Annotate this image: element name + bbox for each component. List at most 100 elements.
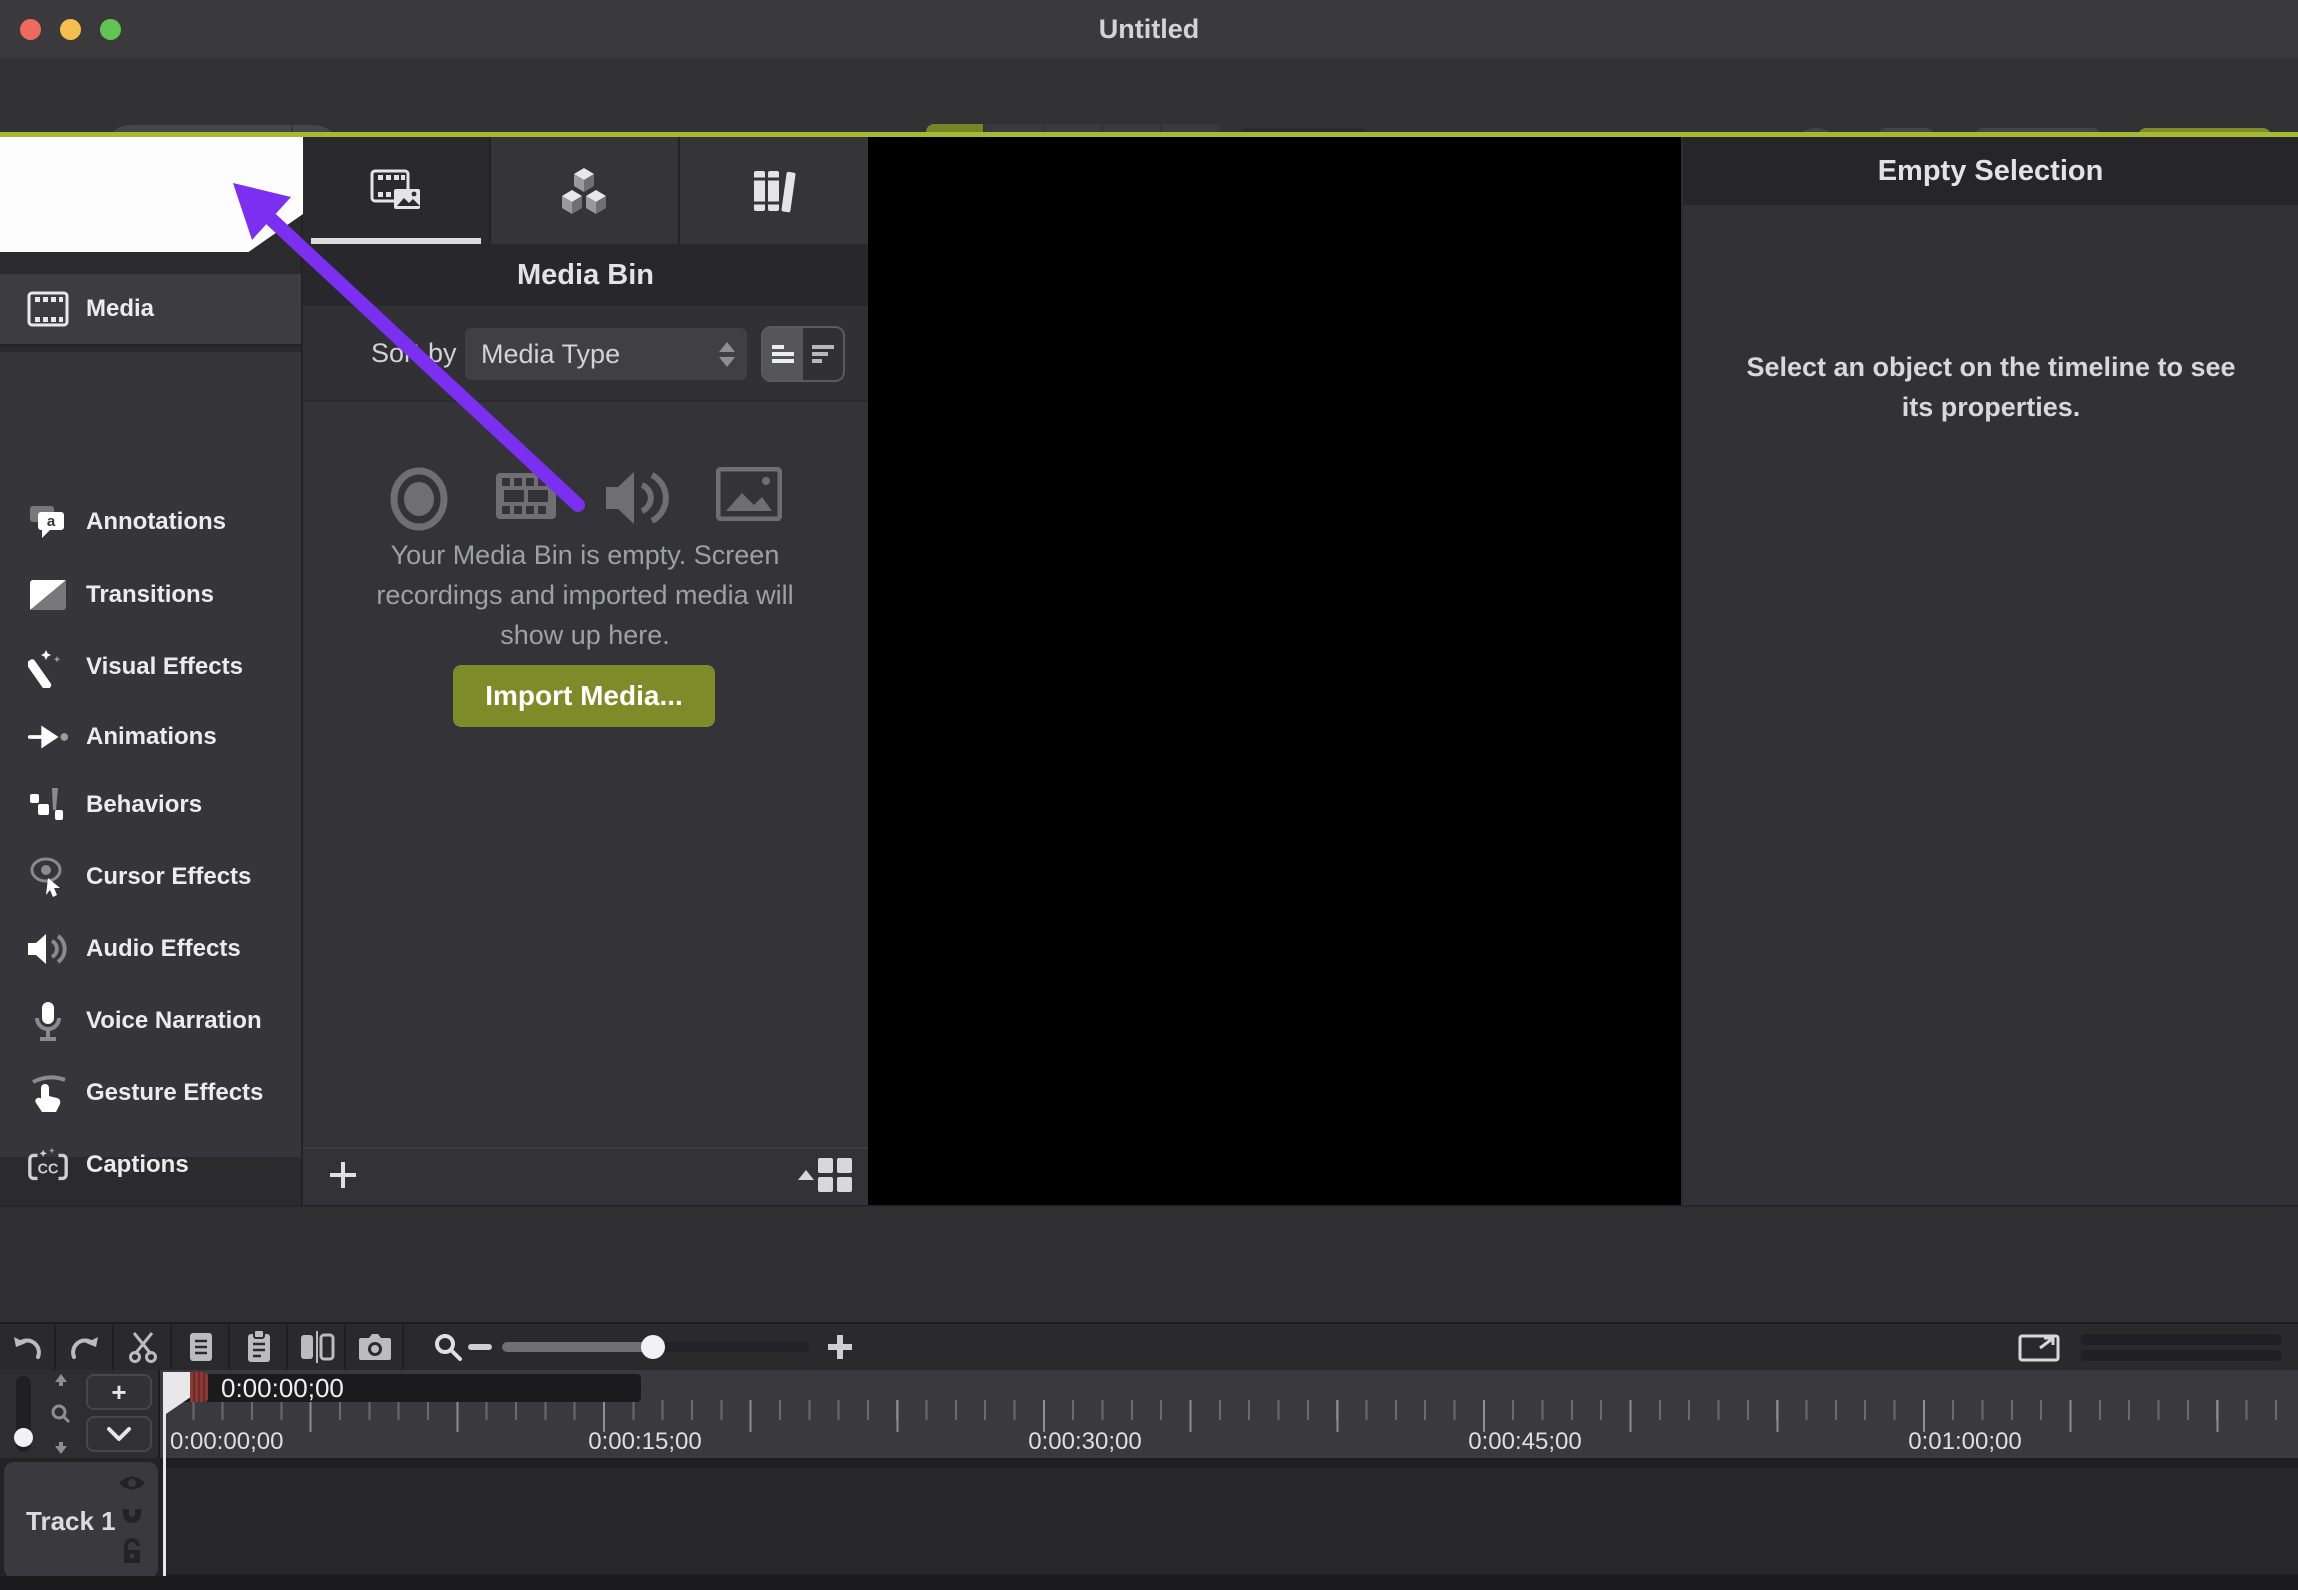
minus-icon — [468, 1344, 492, 1350]
paste-button[interactable] — [232, 1324, 288, 1370]
open-in-window-icon — [2018, 1332, 2060, 1364]
playhead-grip[interactable] — [190, 1372, 208, 1402]
empty-state-icons — [303, 467, 868, 531]
detach-timeline-button[interactable] — [2018, 1332, 2060, 1362]
svg-text:CC: CC — [38, 1162, 59, 1178]
playhead-time-chip: 0:00:00;00 — [163, 1374, 641, 1402]
sidebar-item-transitions[interactable]: Transitions — [0, 559, 301, 631]
cursor-effects-icon — [26, 855, 70, 899]
sidebar-item-captions[interactable]: CC Captions — [0, 1129, 301, 1201]
timeline: 0:00:00;00 0:00:15;00 0:00:30;00 0:00:45… — [0, 1370, 2298, 1590]
magnet-icon[interactable] — [119, 1502, 145, 1528]
ruler-label: 0:00:00;00 — [170, 1428, 283, 1456]
behaviors-blocks-icon — [26, 783, 70, 827]
window-title: Untitled — [0, 0, 2298, 58]
copy-button[interactable] — [174, 1324, 230, 1370]
empty-state-message: Your Media Bin is empty. Screen recordin… — [365, 535, 805, 655]
redo-button[interactable] — [58, 1324, 114, 1370]
chevron-down-icon — [107, 1427, 131, 1441]
magnifier-small-icon — [51, 1404, 71, 1424]
undo-icon — [10, 1331, 44, 1363]
annotation-bubble-icon: a — [26, 500, 70, 544]
sidebar-item-visual-effects[interactable]: Visual Effects — [0, 631, 301, 703]
camera-icon — [357, 1332, 393, 1362]
sort-ascending-button[interactable] — [763, 328, 803, 380]
split-button[interactable] — [290, 1324, 346, 1370]
tab-media-bin[interactable] — [303, 137, 491, 244]
sidebar-item-cursor-effects[interactable]: Cursor Effects — [0, 841, 301, 913]
sidebar-item-animations[interactable]: Animations — [0, 701, 301, 773]
media-bin-tab-icon — [368, 167, 424, 215]
sidebar-item-label: Behaviors — [86, 791, 202, 819]
ruler-label: 0:00:45;00 — [1468, 1428, 1581, 1456]
main-toolbar: Record › — [0, 58, 2298, 132]
screenshot-button[interactable] — [348, 1324, 404, 1370]
timeline-zoom-slider-thumb[interactable] — [641, 1335, 665, 1359]
sort-descending-button[interactable] — [803, 328, 843, 380]
timeline-hscrollbar-top[interactable] — [2080, 1334, 2282, 1345]
cut-button[interactable] — [116, 1324, 172, 1370]
undo-button[interactable] — [0, 1324, 56, 1370]
stepper-arrows-icon — [719, 342, 735, 367]
timeline-bottom-strip — [0, 1576, 2298, 1590]
arrow-up-icon[interactable] — [54, 1374, 68, 1386]
track-controls — [112, 1470, 152, 1570]
eye-icon[interactable] — [117, 1474, 147, 1492]
sidebar-item-label: Captions — [86, 1151, 189, 1179]
media-bin-tabs — [303, 137, 868, 244]
sort-direction-toggle — [761, 326, 845, 382]
microphone-icon — [26, 999, 70, 1043]
sidebar-item-behaviors[interactable]: Behaviors — [0, 769, 301, 841]
sort-descending-icon — [810, 343, 836, 365]
animation-arrow-icon — [26, 715, 70, 759]
sidebar-item-label: Gesture Effects — [86, 1079, 263, 1107]
ruler-label: 0:00:30;00 — [1028, 1428, 1141, 1456]
ruler-label: 0:00:15;00 — [588, 1428, 701, 1456]
timeline-toolbar — [0, 1322, 2298, 1370]
sidebar: Media a Annotations — [0, 137, 303, 1205]
scissors-icon — [127, 1330, 159, 1364]
tab-library[interactable] — [680, 137, 868, 244]
sidebar-item-voice-narration[interactable]: Voice Narration — [0, 985, 301, 1057]
sort-by-dropdown[interactable]: Media Type — [465, 328, 747, 380]
properties-panel-title: Empty Selection — [1683, 137, 2298, 205]
track-1-header[interactable]: Track 1 — [4, 1462, 158, 1578]
track-1-lane[interactable] — [163, 1466, 2298, 1576]
titlebar: Untitled — [0, 0, 2298, 58]
sidebar-item-annotations[interactable]: a Annotations — [0, 486, 301, 558]
timeline-zoom-slider-fill — [502, 1342, 652, 1352]
sidebar-item-gesture-effects[interactable]: Gesture Effects — [0, 1057, 301, 1129]
view-mode-button[interactable] — [794, 1155, 852, 1195]
add-track-button[interactable]: + — [86, 1374, 152, 1410]
add-media-button[interactable] — [321, 1153, 365, 1197]
timeline-zoom-out-button[interactable] — [460, 1324, 500, 1370]
sidebar-item-media[interactable]: Media — [0, 274, 301, 346]
preview-canvas[interactable] — [868, 137, 1681, 1205]
speaker-icon — [26, 927, 70, 971]
ruler-track-divider — [160, 1458, 2298, 1466]
media-bin-bottom-bar — [303, 1147, 868, 1199]
timeline-hscrollbar-bottom[interactable] — [2080, 1350, 2282, 1361]
main-region: Media a Annotations — [0, 137, 2298, 1205]
timeline-gutter: + — [0, 1370, 160, 1458]
collapse-tracks-button[interactable] — [86, 1416, 152, 1452]
sidebar-item-label: Voice Narration — [86, 1007, 262, 1035]
magnifier-icon — [433, 1332, 463, 1362]
timeline-zoom-in-button[interactable] — [818, 1324, 862, 1370]
media-bin-title: Media Bin — [303, 244, 868, 306]
playhead-line[interactable] — [163, 1372, 166, 1576]
playhead-time-label: 0:00:00;00 — [221, 1374, 344, 1402]
sidebar-item-label: Media — [86, 295, 154, 323]
elements-cubes-icon — [557, 166, 611, 216]
magic-wand-icon — [26, 645, 70, 689]
sidebar-item-audio-effects[interactable]: Audio Effects — [0, 913, 301, 985]
plus-icon — [828, 1335, 852, 1359]
split-icon — [299, 1331, 335, 1363]
lock-open-icon[interactable] — [120, 1538, 144, 1566]
track-height-slider-thumb[interactable] — [14, 1428, 33, 1447]
arrow-down-icon[interactable] — [54, 1442, 68, 1454]
tab-elements[interactable] — [491, 137, 679, 244]
sort-by-label: Sort by — [371, 338, 457, 369]
video-film-icon — [494, 467, 558, 531]
import-media-button[interactable]: Import Media... — [453, 665, 715, 727]
